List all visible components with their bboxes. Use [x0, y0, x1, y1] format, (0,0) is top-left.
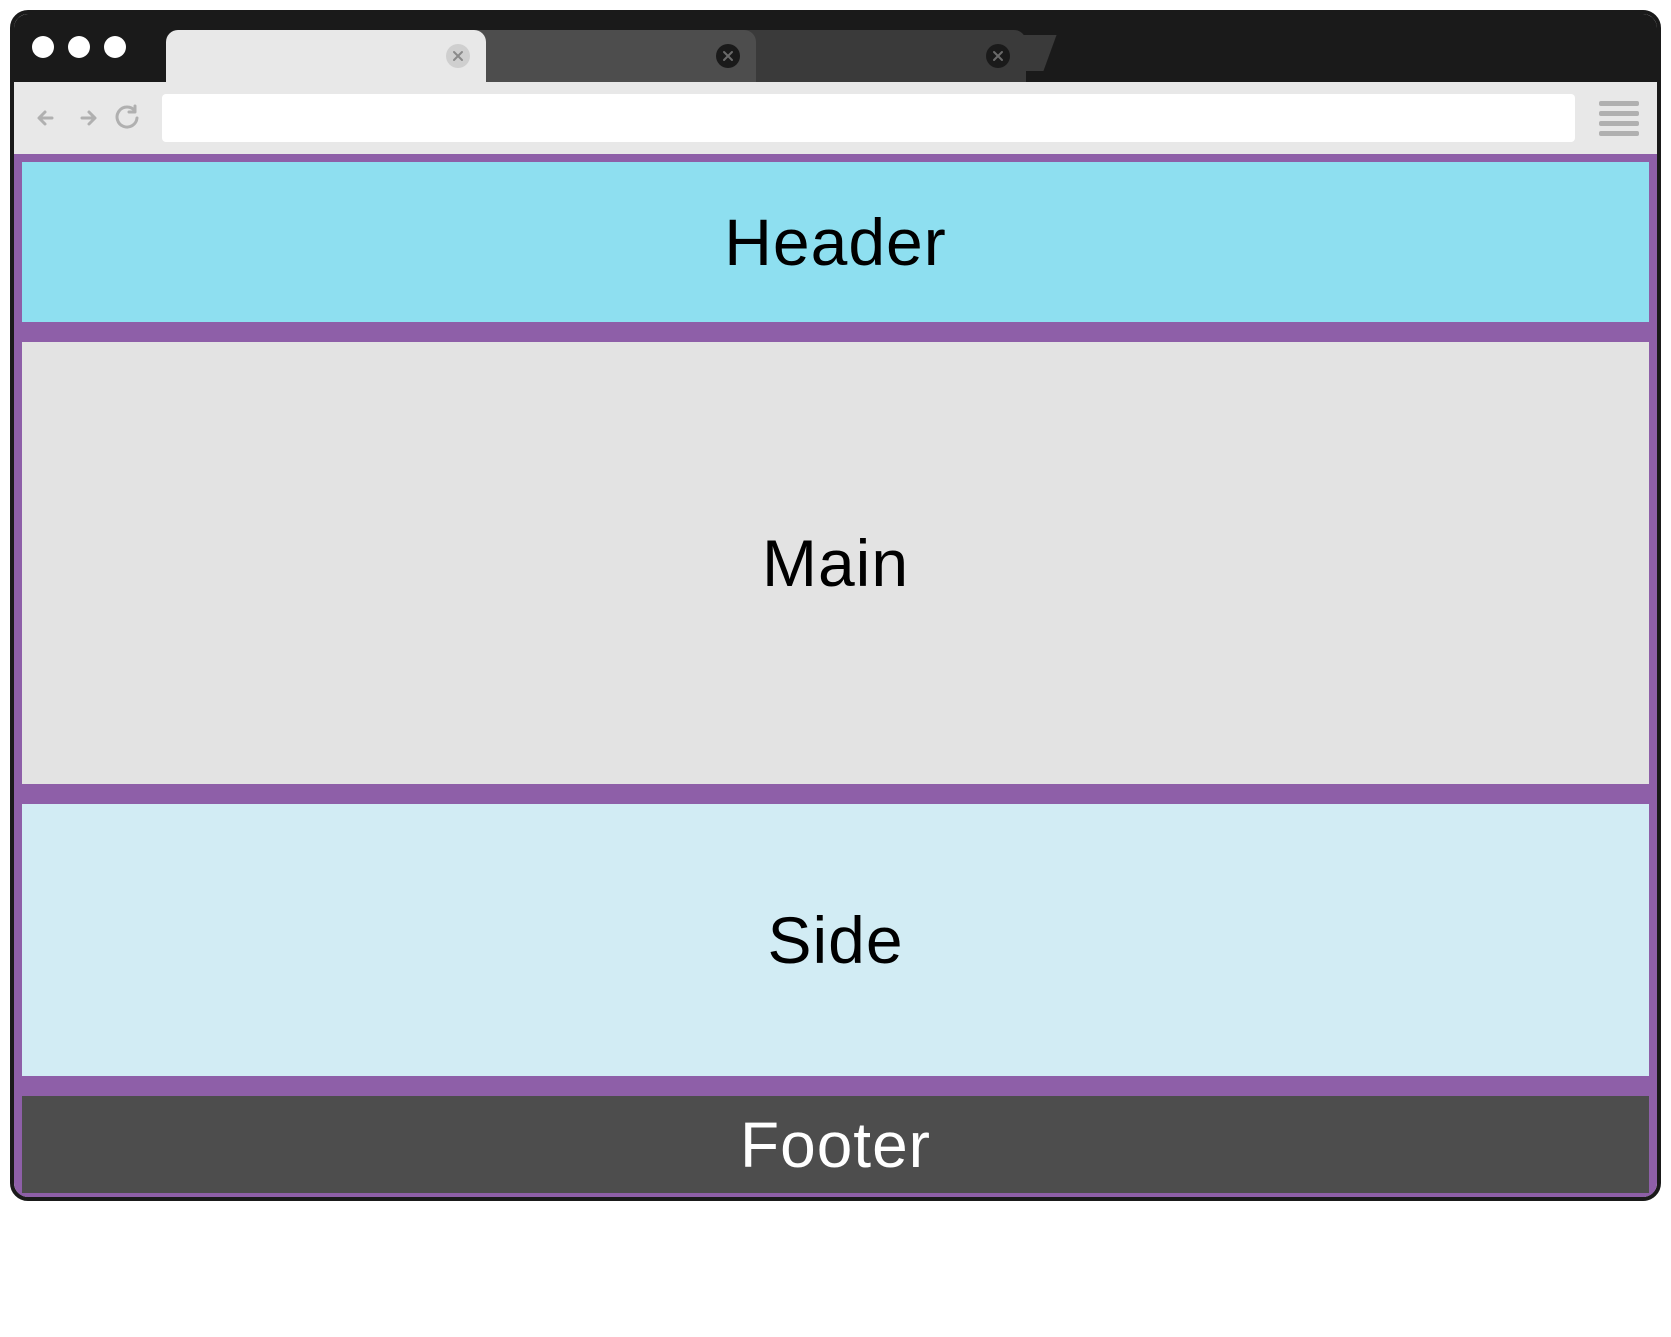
- window-controls: [32, 36, 126, 58]
- header-label: Header: [724, 204, 946, 280]
- window-maximize-dot[interactable]: [104, 36, 126, 58]
- menu-button[interactable]: [1599, 98, 1639, 138]
- side-label: Side: [767, 902, 903, 978]
- reload-button[interactable]: [112, 103, 142, 133]
- browser-window: Header Main Side Footer: [10, 10, 1661, 1201]
- back-button[interactable]: [32, 103, 62, 133]
- close-icon[interactable]: [986, 44, 1010, 68]
- window-minimize-dot[interactable]: [68, 36, 90, 58]
- footer-region: Footer: [18, 1092, 1653, 1197]
- header-region: Header: [18, 158, 1653, 326]
- footer-label: Footer: [740, 1108, 931, 1182]
- url-bar[interactable]: [162, 94, 1575, 142]
- titlebar: [14, 14, 1657, 82]
- tab-active[interactable]: [166, 30, 486, 82]
- close-icon[interactable]: [446, 44, 470, 68]
- tabs: [166, 14, 1050, 82]
- main-label: Main: [762, 525, 909, 601]
- main-region: Main: [18, 338, 1653, 788]
- side-region: Side: [18, 800, 1653, 1080]
- toolbar: [14, 82, 1657, 154]
- window-close-dot[interactable]: [32, 36, 54, 58]
- forward-button[interactable]: [72, 103, 102, 133]
- close-icon[interactable]: [716, 44, 740, 68]
- layout-diagram: Header Main Side Footer: [14, 154, 1657, 1197]
